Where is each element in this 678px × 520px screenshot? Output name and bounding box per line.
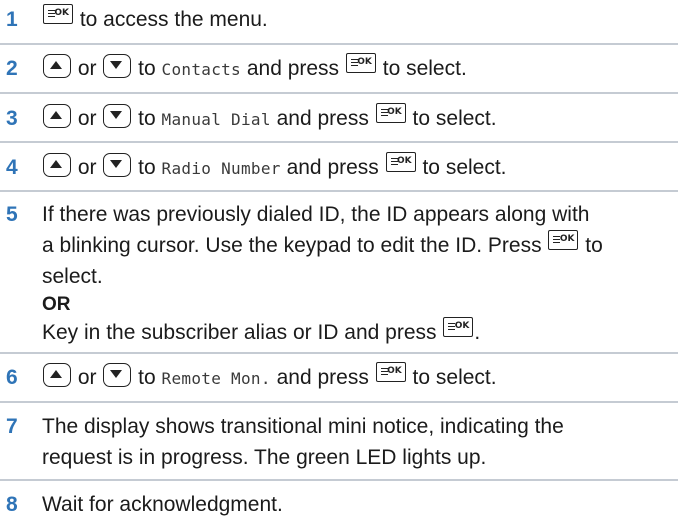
step-number: 8 <box>6 493 18 516</box>
step-1: 1 OK to access the menu. <box>0 4 678 35</box>
step-line: If there was previously dialed ID, the I… <box>42 203 590 226</box>
menu-ok-key-icon: OK <box>375 103 406 123</box>
step-line: a blinking cursor. Use the keypad to edi… <box>42 230 678 261</box>
divider <box>0 92 678 94</box>
step-line: The display shows transitional mini noti… <box>42 415 564 438</box>
divider <box>0 43 678 45</box>
divider <box>0 401 678 403</box>
step-line: select. <box>42 265 103 288</box>
divider <box>0 352 678 354</box>
step-number: 5 <box>6 203 18 226</box>
down-arrow-key-icon <box>103 363 132 387</box>
step-8: 8 Wait for acknowledgment. <box>0 489 678 520</box>
step-number: 7 <box>6 415 18 438</box>
menu-ok-key-icon: OK <box>385 152 416 172</box>
step-line: request is in progress. The green LED li… <box>42 446 487 469</box>
step-3: 3 or to Manual Dial and press OK to sele… <box>0 103 678 135</box>
end-text: to select. <box>376 57 467 80</box>
menu-ok-key-icon: OK <box>443 317 474 337</box>
end-text: to select. <box>406 107 497 130</box>
step-number: 2 <box>6 57 18 80</box>
step-number: 3 <box>6 107 18 130</box>
step-number: 6 <box>6 366 18 389</box>
step-5: 5 If there was previously dialed ID, the… <box>0 199 678 348</box>
menu-target: Manual Dial <box>161 110 271 129</box>
or-label: OR <box>42 294 71 315</box>
step-number: 4 <box>6 156 18 179</box>
press-text: and press <box>241 57 345 80</box>
up-arrow-key-icon <box>43 153 71 177</box>
divider <box>0 141 678 143</box>
press-text: and press <box>270 366 375 389</box>
end-text: to select. <box>406 366 497 389</box>
step-number: 1 <box>6 8 18 31</box>
down-arrow-key-icon <box>103 104 132 128</box>
menu-target: Contacts <box>161 60 241 79</box>
divider <box>0 190 678 192</box>
up-arrow-key-icon <box>43 363 71 387</box>
menu-target: Radio Number <box>161 159 281 178</box>
menu-ok-key-icon: OK <box>345 53 376 73</box>
menu-ok-key-icon: OK <box>375 362 406 382</box>
end-text: to select. <box>416 156 507 179</box>
down-arrow-key-icon <box>103 54 132 78</box>
step-line: Key in the subscriber alias or ID and pr… <box>42 317 678 348</box>
up-arrow-key-icon <box>43 104 71 128</box>
up-arrow-key-icon <box>43 54 71 78</box>
step-2: 2 or to Contacts and press OK to select. <box>0 53 678 85</box>
press-text: and press <box>270 107 375 130</box>
or-text: or <box>72 366 103 389</box>
or-text: or <box>72 57 103 80</box>
step-7: 7 The display shows transitional mini no… <box>0 411 678 473</box>
menu-target: Remote Mon. <box>161 369 271 388</box>
or-text: or <box>72 107 103 130</box>
to-text: to <box>132 156 162 179</box>
menu-ok-key-icon: OK <box>43 4 73 24</box>
to-text: to <box>132 107 162 130</box>
divider <box>0 479 678 481</box>
step-4: 4 or to Radio Number and press OK to sel… <box>0 152 678 184</box>
to-text: to <box>132 57 162 80</box>
down-arrow-key-icon <box>103 153 132 177</box>
step-6: 6 or to Remote Mon. and press OK to sele… <box>0 362 678 394</box>
step-text: to access the menu. <box>74 8 268 31</box>
or-text: or <box>72 156 103 179</box>
menu-ok-key-icon: OK <box>548 230 579 250</box>
press-text: and press <box>280 156 385 179</box>
step-text: Wait for acknowledgment. <box>42 493 283 516</box>
to-text: to <box>132 366 162 389</box>
